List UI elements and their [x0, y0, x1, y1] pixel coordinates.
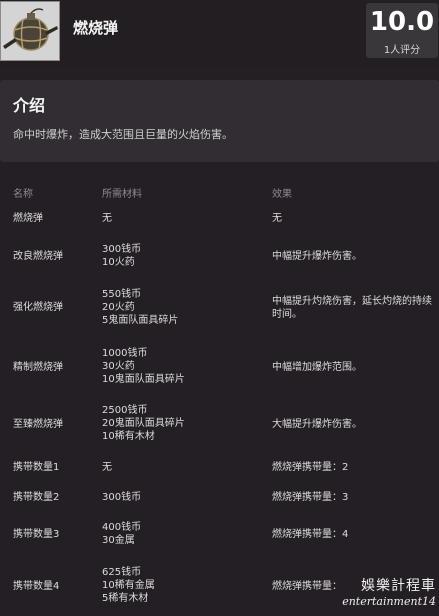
row-name: 至臻燃烧弹	[13, 419, 63, 430]
row-materials: 2500钱币 20鬼面队面具碎片 10稀有木材	[102, 404, 185, 443]
material-line: 625钱币	[102, 567, 142, 578]
row-effect: 燃烧弹携带量：3	[272, 492, 349, 503]
row-effect: 燃烧弹携带量：2	[272, 462, 349, 473]
row-materials: 550钱币 20火药 5鬼面队面具碎片	[102, 288, 178, 327]
item-title: 燃烧弹	[73, 19, 119, 37]
row-materials: 300钱币 10火药	[102, 243, 141, 269]
watermark-line-1: 娛樂計程車	[361, 578, 436, 594]
watermark: 娛樂計程車 entertainment14	[310, 575, 436, 608]
row-materials: 无	[102, 461, 112, 474]
row-effect: 中幅增加爆炸范围。	[272, 362, 362, 373]
material-line: 550钱币	[102, 289, 142, 300]
row-name: 燃烧弹	[13, 213, 43, 224]
row-materials: 625钱币 10稀有金属 5稀有木材	[102, 566, 155, 605]
item-header: 燃烧弹 10.0 1人评分	[0, 0, 439, 67]
row-effect: 中幅提升爆炸伤害。	[272, 251, 362, 262]
material-line: 无	[102, 462, 112, 473]
row-name: 改良燃烧弹	[13, 251, 63, 262]
material-line: 5稀有木材	[102, 593, 149, 604]
material-line: 5鬼面队面具碎片	[102, 315, 179, 326]
column-header-materials: 所需材料	[102, 189, 142, 200]
intro-card: 介绍 命中时爆炸，造成大范围且巨量的火焰伤害。	[0, 80, 439, 162]
material-line: 300钱币	[102, 492, 142, 503]
row-name: 携带数量2	[13, 492, 60, 503]
intro-text: 命中时爆炸，造成大范围且巨量的火焰伤害。	[13, 128, 233, 141]
material-line: 30火药	[102, 361, 135, 372]
row-effect: 燃烧弹携带量：4	[272, 529, 349, 540]
row-effect: 无	[272, 213, 282, 224]
column-header-effect: 效果	[272, 189, 292, 200]
material-line: 10鬼面队面具碎片	[102, 374, 185, 385]
material-line: 10稀有金属	[102, 580, 155, 591]
material-line: 无	[102, 213, 112, 224]
column-header-name: 名称	[13, 189, 33, 200]
material-line: 30金属	[102, 535, 135, 546]
rating-box: 10.0 1人评分	[366, 3, 438, 58]
material-line: 10火药	[102, 257, 135, 268]
row-name: 精制燃烧弹	[13, 362, 63, 373]
row-effect: 中幅提升灼烧伤害，延长灼烧的持续时间。	[272, 296, 432, 320]
row-materials: 300钱币	[102, 491, 141, 504]
grenade-illustration	[1, 2, 59, 60]
row-materials: 400钱币 30金属	[102, 521, 141, 547]
intro-heading: 介绍	[13, 96, 46, 115]
material-line: 10稀有木材	[102, 431, 155, 442]
row-name: 携带数量4	[13, 581, 60, 592]
row-effect: 大幅提升爆炸伤害。	[272, 419, 362, 430]
rating-count: 1人评分	[383, 45, 421, 56]
row-name: 强化燃烧弹	[13, 302, 63, 313]
material-line: 20火药	[102, 302, 135, 313]
material-line: 1000钱币	[102, 348, 148, 359]
watermark-line-2: entertainment14	[342, 595, 436, 608]
row-materials: 1000钱币 30火药 10鬼面队面具碎片	[102, 347, 185, 386]
score-value: 10.0	[369, 7, 435, 37]
incendiary-grenade-icon	[0, 1, 60, 61]
row-materials: 无	[102, 212, 112, 225]
material-line: 2500钱币	[102, 405, 148, 416]
row-name: 携带数量1	[13, 462, 60, 473]
material-line: 400钱币	[102, 522, 142, 533]
material-line: 20鬼面队面具碎片	[102, 418, 185, 429]
material-line: 300钱币	[102, 244, 142, 255]
row-name: 携带数量3	[13, 529, 60, 540]
